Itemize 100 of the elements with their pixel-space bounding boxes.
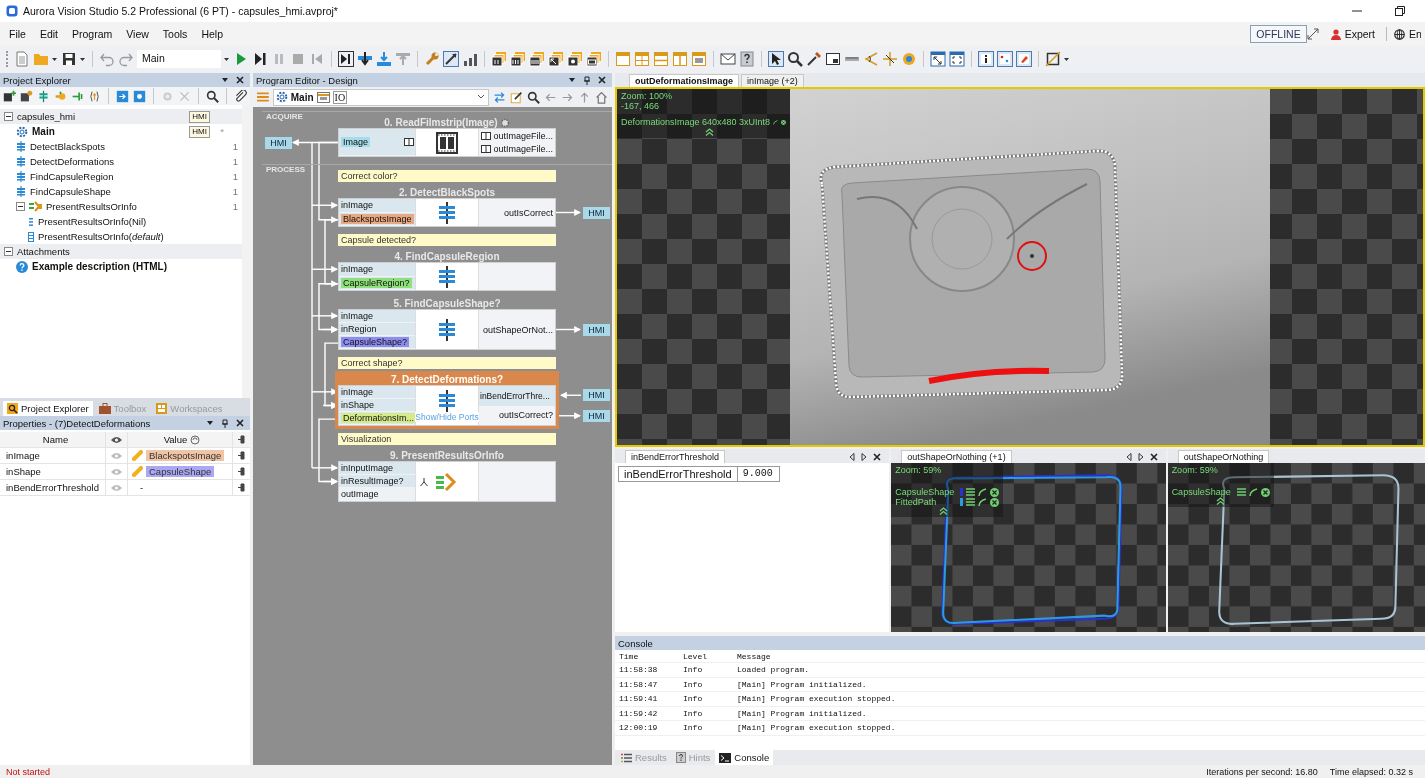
- envelope-icon[interactable]: [720, 51, 736, 67]
- port-label[interactable]: outImageFile...: [493, 130, 553, 141]
- stacked-windows-icon[interactable]: [491, 51, 507, 67]
- pointer-icon[interactable]: [768, 51, 784, 67]
- parameter-value[interactable]: 9.000: [737, 466, 780, 482]
- pin-icon[interactable]: [583, 75, 591, 85]
- edge-icon[interactable]: [882, 51, 898, 67]
- variable-tag[interactable]: BlackspotsImage: [341, 213, 414, 224]
- port-label[interactable]: inShape: [341, 400, 375, 410]
- expand-toggle-icon[interactable]: [4, 247, 13, 256]
- port-label[interactable]: inResultImage?: [341, 476, 404, 486]
- menu-item[interactable]: View: [121, 26, 154, 42]
- view-tab[interactable]: outDeformationsImage: [629, 74, 739, 87]
- legend-icon[interactable]: [997, 51, 1013, 67]
- stacked-windows-icon[interactable]: [510, 51, 526, 67]
- add-module-icon[interactable]: [20, 89, 33, 103]
- formula-icon[interactable]: [88, 89, 101, 103]
- port-label[interactable]: inInputImage: [341, 463, 394, 473]
- brush-icon[interactable]: [1248, 487, 1258, 497]
- paperclip-icon[interactable]: [234, 89, 247, 103]
- save-icon[interactable]: [61, 51, 77, 67]
- close-circle-icon[interactable]: [990, 497, 1000, 507]
- port-label[interactable]: inImage: [341, 264, 374, 275]
- right-arrow-icon[interactable]: [861, 453, 868, 461]
- restore-icon[interactable]: [1395, 6, 1405, 16]
- step-over-icon[interactable]: [338, 51, 354, 67]
- crop-icon[interactable]: [1045, 51, 1061, 67]
- port-label[interactable]: inImage: [341, 387, 374, 397]
- frame-select-icon[interactable]: [825, 51, 841, 67]
- close-icon[interactable]: [236, 76, 244, 84]
- tree-item[interactable]: capsules_hmi: [17, 111, 76, 122]
- search-icon[interactable]: [787, 51, 803, 67]
- layer-label[interactable]: CapsuleShape: [1171, 487, 1234, 497]
- program-select[interactable]: Main: [137, 50, 221, 68]
- new-file-icon[interactable]: [14, 51, 30, 67]
- menu-item[interactable]: File: [4, 26, 31, 42]
- eraser-icon[interactable]: [1016, 51, 1032, 67]
- step-into-icon[interactable]: [357, 51, 373, 67]
- tree-item[interactable]: FindCapsuleRegion: [30, 171, 114, 182]
- port-label[interactable]: inImage: [341, 311, 374, 321]
- hmi-icon[interactable]: [316, 91, 330, 103]
- close-circle-icon[interactable]: [781, 117, 786, 127]
- user-level-link[interactable]: Expert: [1344, 28, 1375, 40]
- add-macro-icon[interactable]: [3, 89, 16, 103]
- close-icon[interactable]: [236, 419, 244, 427]
- fullscreen-icon[interactable]: [949, 51, 965, 67]
- tree-item[interactable]: Example description (HTML): [32, 261, 167, 272]
- tree-item[interactable]: PresentResultsOrInfo: [46, 201, 137, 212]
- hmi-connection-label[interactable]: HMI: [583, 409, 610, 422]
- expand-toggle-icon[interactable]: [16, 202, 25, 211]
- plug-icon[interactable]: [237, 451, 246, 460]
- view-tab[interactable]: inImage (+2): [741, 74, 804, 87]
- breadcrumb-field[interactable]: Main IO: [272, 88, 489, 106]
- stacked-windows-icon[interactable]: [567, 51, 583, 67]
- macro-icon[interactable]: [37, 89, 50, 103]
- breadcrumb-item[interactable]: Main: [290, 91, 314, 103]
- plug-icon[interactable]: [237, 483, 246, 492]
- variable-tag[interactable]: DeformationsIm...: [341, 413, 417, 423]
- plug-icon[interactable]: [237, 467, 246, 476]
- variable-tag[interactable]: CapsuleRegion?: [341, 277, 412, 288]
- port-label[interactable]: outIsCorrect?: [498, 410, 553, 421]
- close-circle-icon[interactable]: [1260, 487, 1270, 497]
- brush-icon[interactable]: [773, 117, 779, 127]
- comment-note[interactable]: Visualization: [338, 433, 556, 445]
- view-tab[interactable]: inBendErrorThreshold: [625, 450, 726, 463]
- dropdown-caret-icon[interactable]: [568, 76, 576, 84]
- chevron-up-icon[interactable]: [705, 128, 714, 136]
- variable-tag[interactable]: CapsuleShape: [146, 466, 215, 477]
- hmi-connection-label[interactable]: HMI: [583, 206, 610, 219]
- comment-note[interactable]: Correct shape?: [338, 357, 556, 369]
- resize-icon[interactable]: [930, 51, 946, 67]
- bar-chart-icon[interactable]: [462, 51, 478, 67]
- layer-label[interactable]: DeformationsImage 640x480 3xUInt8: [621, 117, 771, 127]
- dropdown-caret-icon[interactable]: [206, 419, 214, 427]
- view-tab[interactable]: outShapeOrNothing (+1): [901, 450, 1012, 463]
- port-label[interactable]: inRegion: [341, 324, 377, 334]
- panel-tab[interactable]: Project Explorer: [3, 401, 93, 416]
- property-value[interactable]: -: [132, 482, 144, 493]
- layer-label[interactable]: CapsuleShape: [895, 487, 958, 497]
- close-icon[interactable]: [873, 453, 882, 461]
- io-toggle[interactable]: IO: [332, 90, 348, 104]
- list-icon[interactable]: [966, 498, 976, 506]
- export-icon[interactable]: [133, 89, 146, 103]
- close-icon[interactable]: [598, 76, 606, 84]
- menu-item[interactable]: Edit: [34, 26, 63, 42]
- help-icon[interactable]: [739, 51, 755, 67]
- menu-item[interactable]: Program: [67, 26, 118, 42]
- menu-item[interactable]: Tools: [157, 26, 193, 42]
- language-link[interactable]: En: [1409, 28, 1421, 40]
- stacked-windows-icon[interactable]: [586, 51, 602, 67]
- hmi-connection-label[interactable]: HMI: [583, 389, 610, 402]
- chevron-up-icon[interactable]: [939, 507, 949, 515]
- hmi-connection-label[interactable]: HMI: [265, 136, 292, 149]
- home-icon[interactable]: [595, 90, 608, 104]
- variable-tag[interactable]: Image: [341, 137, 370, 147]
- panel-tab[interactable]: Console: [715, 750, 774, 765]
- port-label[interactable]: outImageFile...: [493, 144, 553, 155]
- left-arrow-icon[interactable]: [849, 453, 856, 461]
- variable-tag[interactable]: BlackspotsImage: [146, 450, 225, 461]
- connect-icon[interactable]: [443, 51, 459, 67]
